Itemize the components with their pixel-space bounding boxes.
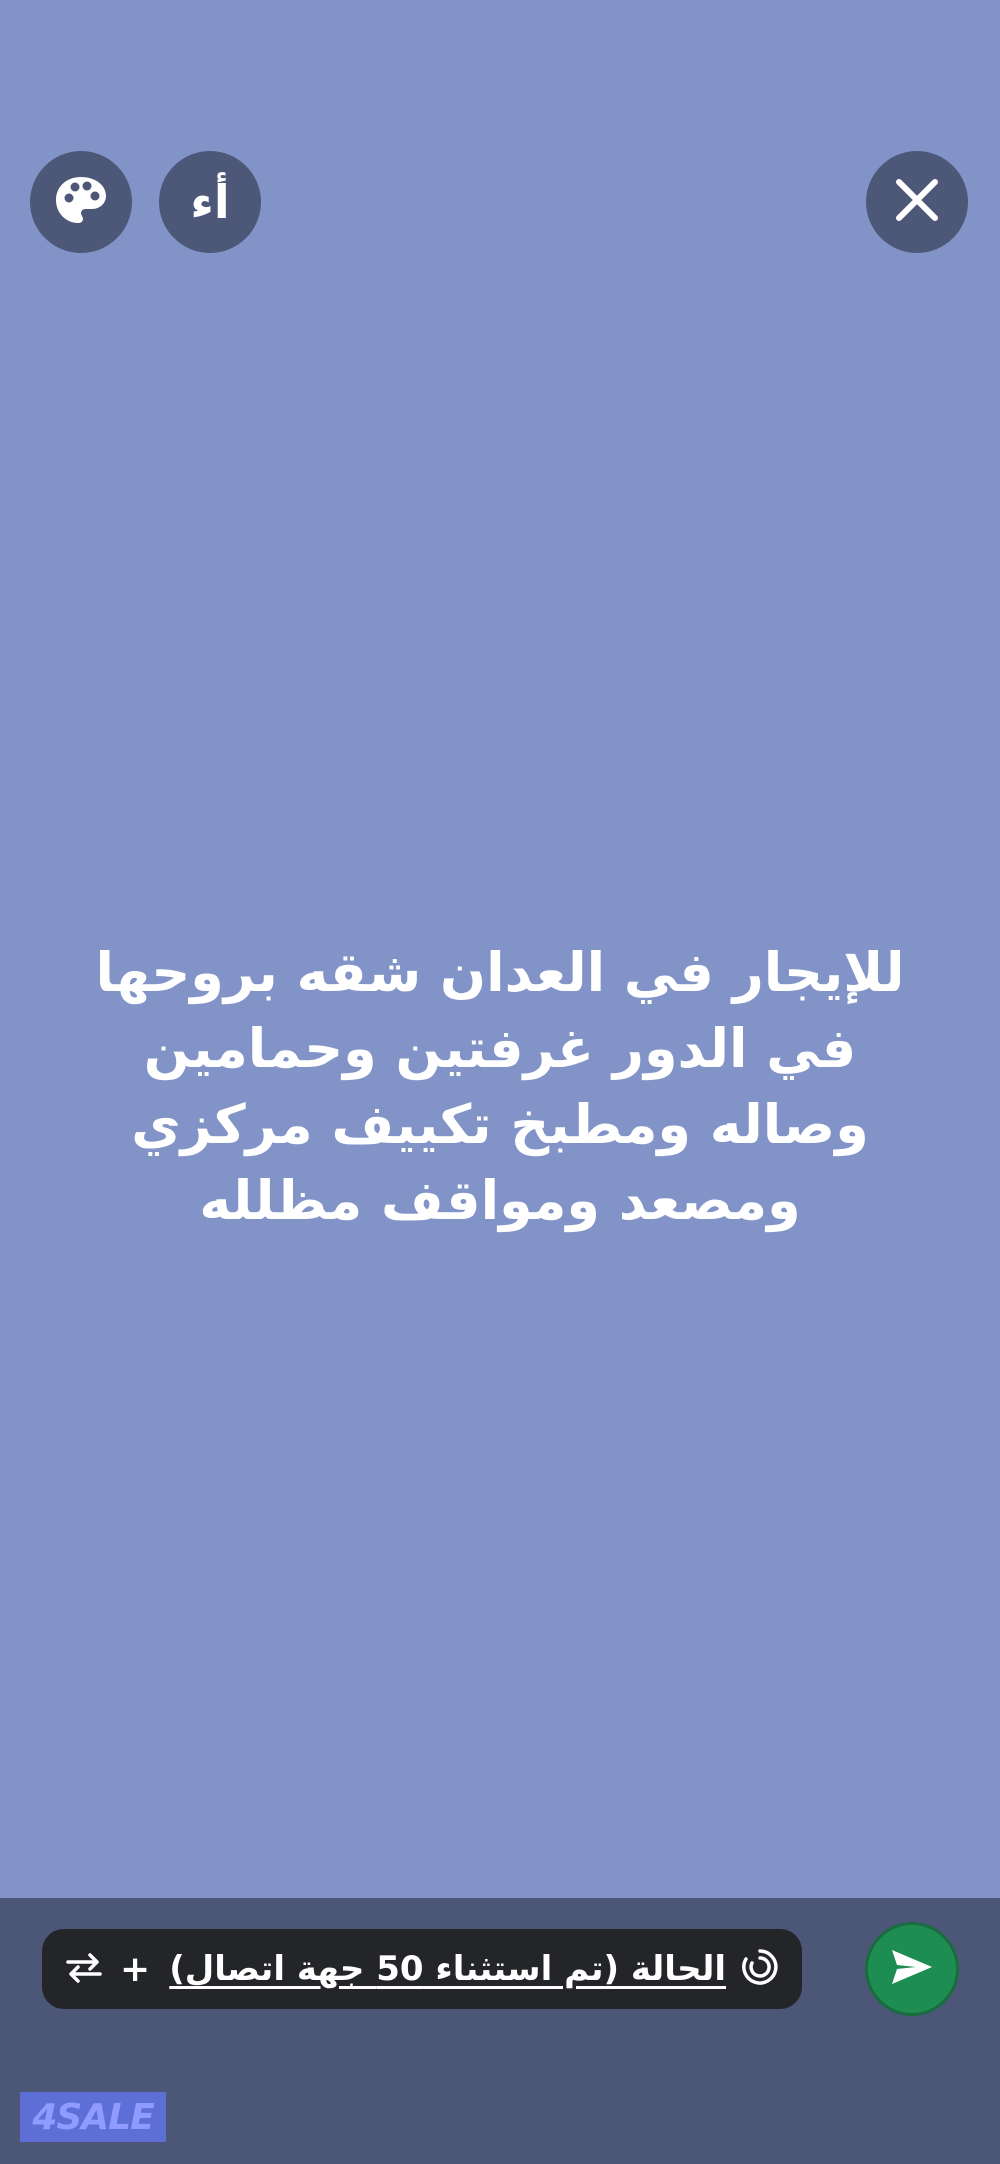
status-text[interactable]: للإيجار في العدان شقه بروحها في الدور غر…: [60, 935, 940, 1239]
font-button[interactable]: أء: [159, 151, 261, 253]
close-button[interactable]: [866, 151, 968, 253]
audience-label: الحالة (تم استثناء 50 جهة اتصال): [169, 1949, 726, 1989]
send-button[interactable]: [865, 1922, 959, 2016]
brand-logo-text: 4SALE: [32, 2096, 154, 2138]
close-icon: [894, 177, 940, 227]
switch-arrows-icon: [62, 1950, 106, 1988]
palette-icon: [53, 174, 109, 230]
palette-button[interactable]: [30, 151, 132, 253]
status-ring-icon: [740, 1947, 780, 1991]
brand-watermark: 4SALE: [20, 2092, 166, 2142]
audience-selector[interactable]: + الحالة (تم استثناء 50 جهة اتصال): [42, 1929, 802, 2009]
font-button-label: أء: [190, 175, 230, 229]
plus-label: +: [120, 1948, 151, 1990]
send-icon: [888, 1946, 936, 1992]
